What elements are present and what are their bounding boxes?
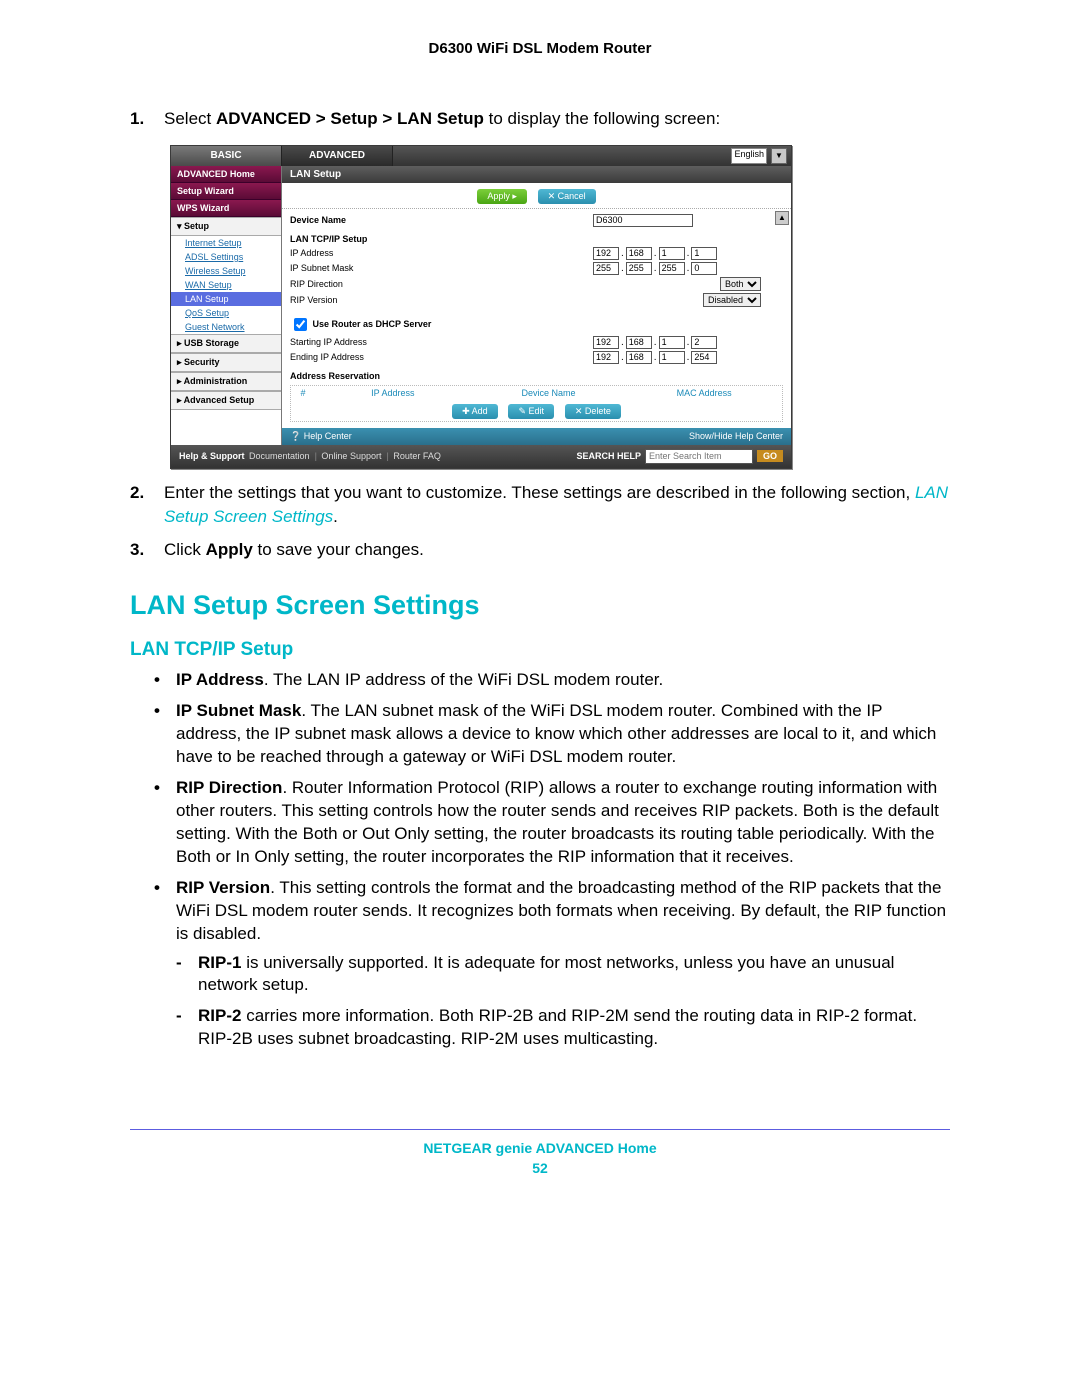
page-footer: NETGEAR genie ADVANCED Home 52 xyxy=(130,1129,950,1176)
start-a[interactable] xyxy=(593,336,619,349)
mask-label: IP Subnet Mask xyxy=(290,263,593,273)
rip-ver-select[interactable]: Disabled xyxy=(703,293,761,307)
rip-dir-select[interactable]: Both xyxy=(720,277,761,291)
step-body: Click Apply to save your changes. xyxy=(164,538,950,562)
mask-b[interactable] xyxy=(626,262,652,275)
delete-button[interactable]: ✕ Delete xyxy=(565,404,621,419)
device-name-input[interactable] xyxy=(593,214,693,227)
support-label: Help & Support xyxy=(179,451,245,461)
go-button[interactable]: GO xyxy=(757,450,783,462)
step-list-cont: 2. Enter the settings that you want to c… xyxy=(130,481,950,562)
mask-c[interactable] xyxy=(659,262,685,275)
search-help-label: SEARCH HELP xyxy=(576,451,641,461)
mask-a[interactable] xyxy=(593,262,619,275)
sidebar-section[interactable]: ▸ Security xyxy=(171,353,281,372)
help-center-bar[interactable]: ❔ Help Center Show/Hide Help Center xyxy=(282,428,791,445)
rip-dir-label: RIP Direction xyxy=(290,279,571,289)
router-screenshot: BASIC ADVANCED English ▼ ADVANCED HomeSe… xyxy=(170,145,792,469)
section-heading: LAN Setup Screen Settings xyxy=(130,590,950,621)
step-num: 2. xyxy=(130,481,164,529)
start-c[interactable] xyxy=(659,336,685,349)
ip-a[interactable] xyxy=(593,247,619,260)
sidebar-section[interactable]: ▸ USB Storage xyxy=(171,334,281,353)
step-num: 3. xyxy=(130,538,164,562)
bullet-list: IP Address. The LAN IP address of the Wi… xyxy=(154,669,950,1059)
start-b[interactable] xyxy=(626,336,652,349)
table-col-header: # xyxy=(291,386,315,400)
step-body: Select ADVANCED > Setup > LAN Setup to d… xyxy=(164,107,950,131)
sidebar-item[interactable]: WPS Wizard xyxy=(171,200,281,217)
dhcp-checkbox[interactable] xyxy=(294,318,307,331)
step-num: 1. xyxy=(130,107,164,131)
end-b[interactable] xyxy=(626,351,652,364)
end-c[interactable] xyxy=(659,351,685,364)
sidebar-section-setup[interactable]: ▾ Setup xyxy=(171,217,281,236)
sidebar-subitem[interactable]: Internet Setup xyxy=(171,236,281,250)
start-ip-label: Starting IP Address xyxy=(290,337,593,347)
cancel-button[interactable]: ✕ Cancel xyxy=(538,189,596,204)
tab-advanced[interactable]: ADVANCED xyxy=(282,146,393,166)
language-select[interactable]: English xyxy=(731,148,767,164)
sidebar-item[interactable]: Setup Wizard xyxy=(171,183,281,200)
end-a[interactable] xyxy=(593,351,619,364)
reservation-header: Address Reservation xyxy=(290,365,783,383)
table-col-header: Device Name xyxy=(471,386,627,400)
sidebar-section[interactable]: ▸ Administration xyxy=(171,372,281,391)
doc-header: D6300 WiFi DSL Modem Router xyxy=(130,40,950,57)
chapter-title: NETGEAR genie ADVANCED Home xyxy=(130,1140,950,1156)
ip-label: IP Address xyxy=(290,248,593,258)
apply-button[interactable]: Apply ▸ xyxy=(477,189,527,204)
table-col-header: IP Address xyxy=(315,386,471,400)
add-button[interactable]: ✚ Add xyxy=(452,404,498,419)
online-link[interactable]: Online Support xyxy=(321,451,381,461)
sub-heading: LAN TCP/IP Setup xyxy=(130,639,950,661)
sidebar-section[interactable]: ▸ Advanced Setup xyxy=(171,391,281,410)
ip-c[interactable] xyxy=(659,247,685,260)
step-list: 1. Select ADVANCED > Setup > LAN Setup t… xyxy=(130,107,950,131)
rip-ver-label: RIP Version xyxy=(290,295,571,305)
end-ip-label: Ending IP Address xyxy=(290,352,593,362)
end-d[interactable] xyxy=(691,351,717,364)
language-dropdown-arrow[interactable]: ▼ xyxy=(771,148,787,164)
ip-d[interactable] xyxy=(691,247,717,260)
sidebar-subitem[interactable]: ADSL Settings xyxy=(171,250,281,264)
step-body: Enter the settings that you want to cust… xyxy=(164,481,950,529)
sidebar-subitem[interactable]: Guest Network xyxy=(171,320,281,334)
faq-link[interactable]: Router FAQ xyxy=(393,451,441,461)
doc-link[interactable]: Documentation xyxy=(249,451,310,461)
tcpip-header: LAN TCP/IP Setup xyxy=(290,228,783,246)
search-input[interactable] xyxy=(645,449,753,464)
tab-basic[interactable]: BASIC xyxy=(171,146,282,166)
footer-bar: Help & Support Documentation| Online Sup… xyxy=(171,445,791,468)
sidebar-subitem[interactable]: QoS Setup xyxy=(171,306,281,320)
sidebar-subitem[interactable]: WAN Setup xyxy=(171,278,281,292)
dhcp-label: Use Router as DHCP Server xyxy=(313,319,432,329)
start-d[interactable] xyxy=(691,336,717,349)
sidebar-item[interactable]: ADVANCED Home xyxy=(171,166,281,183)
mask-d[interactable] xyxy=(691,262,717,275)
page-number: 52 xyxy=(130,1160,950,1176)
main-panel: LAN Setup Apply ▸ ✕ Cancel ▲ Device Name… xyxy=(282,166,791,445)
table-col-header: MAC Address xyxy=(626,386,782,400)
sidebar-subitem[interactable]: Wireless Setup xyxy=(171,264,281,278)
device-name-label: Device Name xyxy=(290,215,593,225)
scroll-up-arrow[interactable]: ▲ xyxy=(775,211,789,225)
sidebar-subitem[interactable]: LAN Setup xyxy=(171,292,281,306)
edit-button[interactable]: ✎ Edit xyxy=(508,404,554,419)
sidebar: ADVANCED HomeSetup WizardWPS Wizard ▾ Se… xyxy=(171,166,282,445)
ip-b[interactable] xyxy=(626,247,652,260)
panel-title: LAN Setup xyxy=(282,166,791,183)
